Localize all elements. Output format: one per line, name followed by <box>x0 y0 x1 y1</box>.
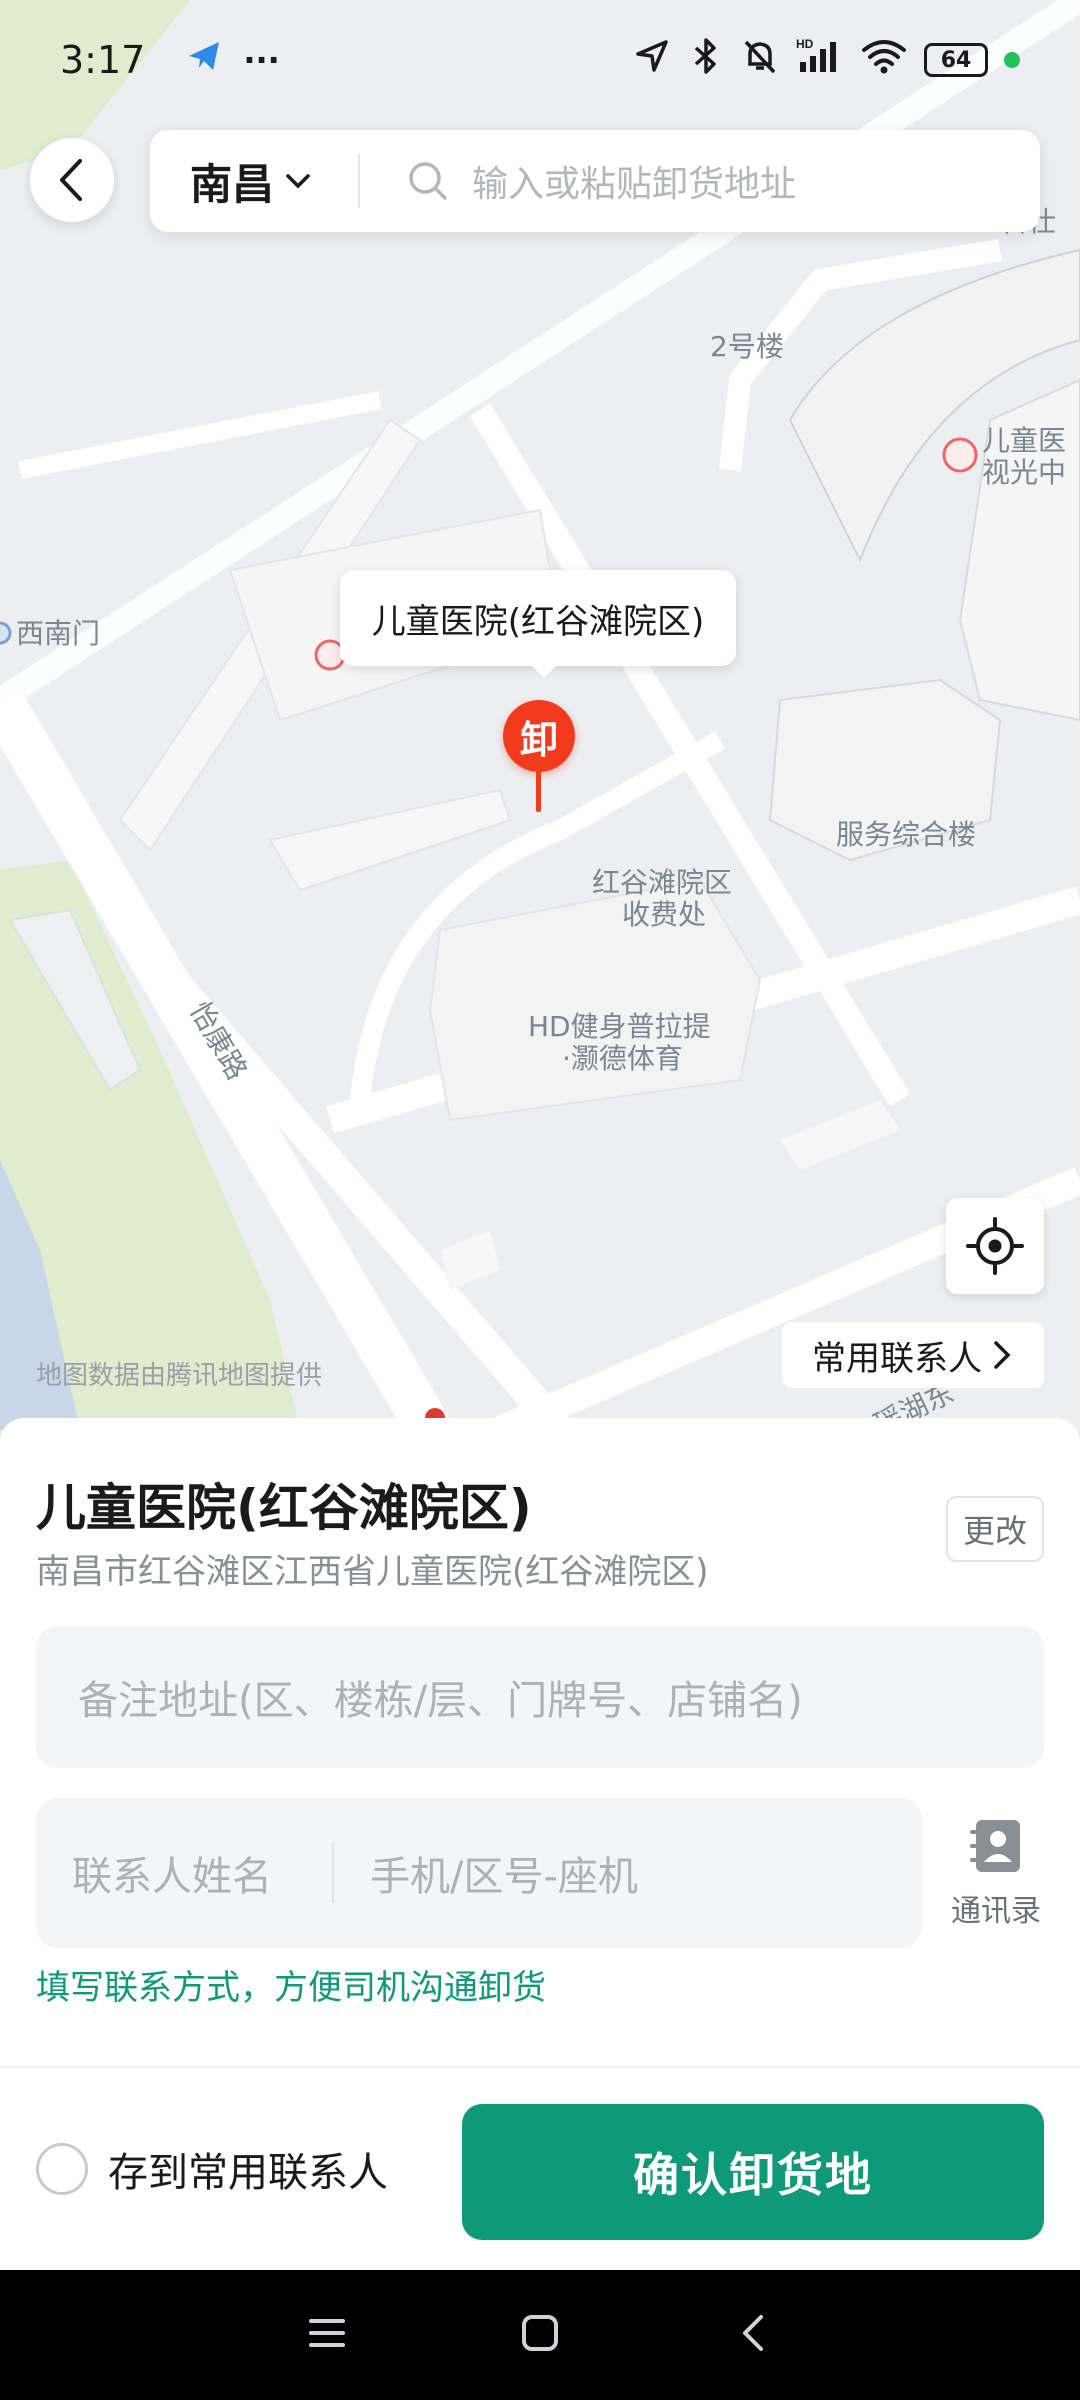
divider <box>0 2066 1080 2068</box>
unload-marker-stem <box>536 770 541 812</box>
map-label-childrens-eye-2: 视光中 <box>982 456 1067 489</box>
bluetooth-icon <box>688 36 724 85</box>
back-button[interactable] <box>30 138 114 222</box>
address-sheet: 儿童医院(红谷滩院区) 南昌市红谷滩区江西省儿童医院(红谷滩院区) 更改 备注地… <box>0 1418 1080 2270</box>
address-title: 儿童医院(红谷滩院区) <box>36 1479 532 1537</box>
contact-field-group: 联系人姓名 手机/区号-座机 <box>36 1798 922 1948</box>
map-label-building-2: 2号楼 <box>710 330 784 363</box>
map-label-gym-1: HD健身普拉提 <box>528 1010 711 1043</box>
address-book-button[interactable]: 通讯录 <box>944 1816 1048 1930</box>
back-nav-button[interactable] <box>731 2311 775 2359</box>
map-credit: 地图数据由腾讯地图提供 <box>36 1361 323 1391</box>
city-selector[interactable]: 南昌 <box>150 151 358 212</box>
address-book-label: 通讯录 <box>951 1894 1041 1929</box>
mute-bell-icon <box>740 36 780 85</box>
change-address-button[interactable]: 更改 <box>946 1496 1044 1562</box>
search-icon <box>409 162 447 200</box>
chevron-right-icon <box>994 1341 1011 1369</box>
address-subtitle: 南昌市红谷滩区江西省儿童医院(红谷滩院区) <box>36 1552 709 1592</box>
map-label-gym-2: ·灏德体育 <box>562 1042 683 1075</box>
location-arrow-icon <box>632 36 672 85</box>
address-note-input[interactable]: 备注地址(区、楼栋/层、门牌号、店铺名) <box>36 1626 1044 1768</box>
privacy-indicator-dot <box>1004 52 1020 68</box>
menu-nav-button[interactable] <box>305 2311 349 2359</box>
save-contact-toggle[interactable]: 存到常用联系人 <box>36 2140 388 2198</box>
chevron-left-icon <box>60 159 82 201</box>
frequent-contacts-chip[interactable]: 常用联系人 <box>782 1322 1044 1388</box>
svg-text:HD: HD <box>796 37 814 51</box>
telegram-icon <box>185 36 225 85</box>
crosshair-icon <box>966 1217 1024 1275</box>
system-nav-bar <box>0 2270 1080 2400</box>
cellular-signal-icon: HD <box>796 36 844 85</box>
frequent-contacts-label: 常用联系人 <box>812 1338 982 1379</box>
confirm-unload-button[interactable]: 确认卸货地 <box>462 2104 1044 2240</box>
search-bar: 南昌 输入或粘贴卸货地址 <box>150 130 1040 232</box>
locate-me-button[interactable] <box>946 1198 1044 1294</box>
chevron-down-icon <box>286 174 310 189</box>
save-contact-radio[interactable] <box>36 2143 88 2195</box>
contact-phone-input[interactable]: 手机/区号-座机 <box>334 1844 638 1902</box>
home-square-icon <box>521 2315 558 2351</box>
address-search-input[interactable]: 输入或粘贴卸货地址 <box>360 155 1040 207</box>
search-placeholder: 输入或粘贴卸货地址 <box>472 164 797 205</box>
contact-book-icon <box>970 1820 1020 1872</box>
status-bar: 3:17 ··· HD 64 <box>0 0 1080 120</box>
save-contact-label: 存到常用联系人 <box>108 2150 388 2196</box>
city-label: 南昌 <box>190 159 275 209</box>
status-time: 3:17 <box>60 38 146 82</box>
map-label-toll-2: 收费处 <box>622 898 707 931</box>
map-label-childrens-eye-1: 儿童医 <box>982 424 1067 457</box>
marker-tooltip: 儿童医院(红谷滩院区) <box>340 570 736 678</box>
map-label-service-building: 服务综合楼 <box>836 818 977 851</box>
menu-icon <box>308 2319 345 2347</box>
battery-indicator: 64 <box>924 43 988 77</box>
home-nav-button[interactable] <box>518 2311 562 2359</box>
more-notifications-icon: ··· <box>243 41 280 79</box>
wifi-icon <box>860 36 908 85</box>
map-label-toll-1: 红谷滩院区 <box>592 866 733 899</box>
contact-name-input[interactable]: 联系人姓名 <box>36 1844 332 1902</box>
map-label-southwest-gate: 西南门 <box>16 617 101 650</box>
unload-marker-pin: 卸 <box>503 700 575 772</box>
back-triangle-icon <box>743 2315 764 2351</box>
contact-hint: 填写联系方式，方便司机沟通卸货 <box>36 1968 546 2008</box>
